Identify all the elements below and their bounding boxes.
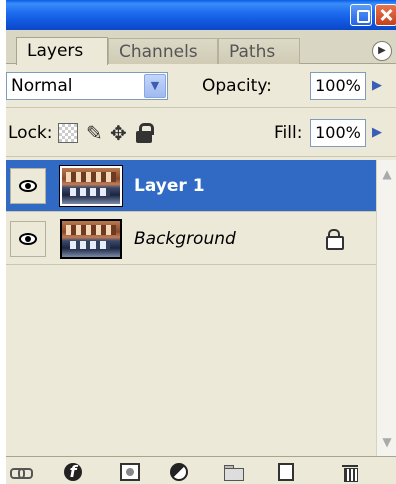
opacity-input[interactable]: 100%: [310, 72, 366, 100]
visibility-toggle[interactable]: [10, 168, 46, 204]
opacity-label: Opacity:: [202, 76, 272, 96]
eye-icon: [19, 180, 37, 192]
adjustment-layer-icon[interactable]: [170, 463, 188, 481]
layers-list: Layer 1 Background: [6, 160, 376, 456]
layer-mask-icon[interactable]: [120, 463, 140, 481]
tab-paths[interactable]: Paths: [218, 38, 300, 64]
blend-mode-value: Normal: [11, 76, 73, 96]
restore-button[interactable]: [350, 4, 372, 26]
layers-palette: Layers Channels Paths ▶ Normal ▼ Opacity…: [6, 0, 396, 484]
padlock-icon: [326, 229, 344, 250]
layer-thumbnail: [59, 165, 123, 207]
layer-style-icon[interactable]: f: [64, 463, 82, 481]
delete-layer-icon[interactable]: [342, 463, 358, 482]
new-layer-icon[interactable]: [278, 463, 294, 481]
scroll-down-icon[interactable]: ▼: [377, 432, 396, 452]
bottom-toolbar: f: [6, 456, 396, 484]
visibility-toggle[interactable]: [10, 221, 46, 257]
tab-layers[interactable]: Layers: [16, 37, 108, 65]
fill-label: Fill:: [274, 123, 303, 143]
new-group-icon[interactable]: [224, 463, 244, 481]
blend-mode-dropdown[interactable]: Normal ▼: [6, 72, 168, 100]
lock-row: Lock: ✎ ✥ Fill: 100% ▶: [6, 107, 396, 157]
eye-icon: [19, 233, 37, 245]
lock-image-pixels-icon[interactable]: ✎: [86, 123, 106, 143]
lock-position-icon[interactable]: ✥: [110, 123, 130, 143]
layer-thumbnail: [60, 219, 122, 259]
scrollbar[interactable]: ▲ ▼: [376, 160, 396, 456]
scroll-up-icon[interactable]: ▲: [377, 164, 396, 184]
close-button[interactable]: [375, 4, 396, 26]
layer-name: Background: [134, 229, 236, 249]
lock-label: Lock:: [8, 123, 53, 143]
palette-menu-button[interactable]: ▶: [372, 41, 392, 61]
chevron-down-icon[interactable]: ▼: [144, 74, 166, 98]
palette-tabs: Layers Channels Paths ▶: [6, 30, 396, 65]
link-layers-icon[interactable]: [10, 463, 33, 481]
layer-row-layer-1[interactable]: Layer 1: [6, 160, 376, 212]
fill-slider-arrow-icon[interactable]: ▶: [368, 119, 386, 147]
opacity-slider-arrow-icon[interactable]: ▶: [368, 72, 386, 100]
fill-input[interactable]: 100%: [310, 119, 366, 147]
title-bar[interactable]: [6, 0, 396, 30]
layer-row-background[interactable]: Background: [6, 213, 376, 265]
lock-all-icon[interactable]: [136, 123, 154, 143]
layer-name: Layer 1: [134, 176, 205, 196]
lock-transparent-pixels-icon[interactable]: [58, 123, 78, 143]
tab-channels[interactable]: Channels: [108, 38, 218, 64]
